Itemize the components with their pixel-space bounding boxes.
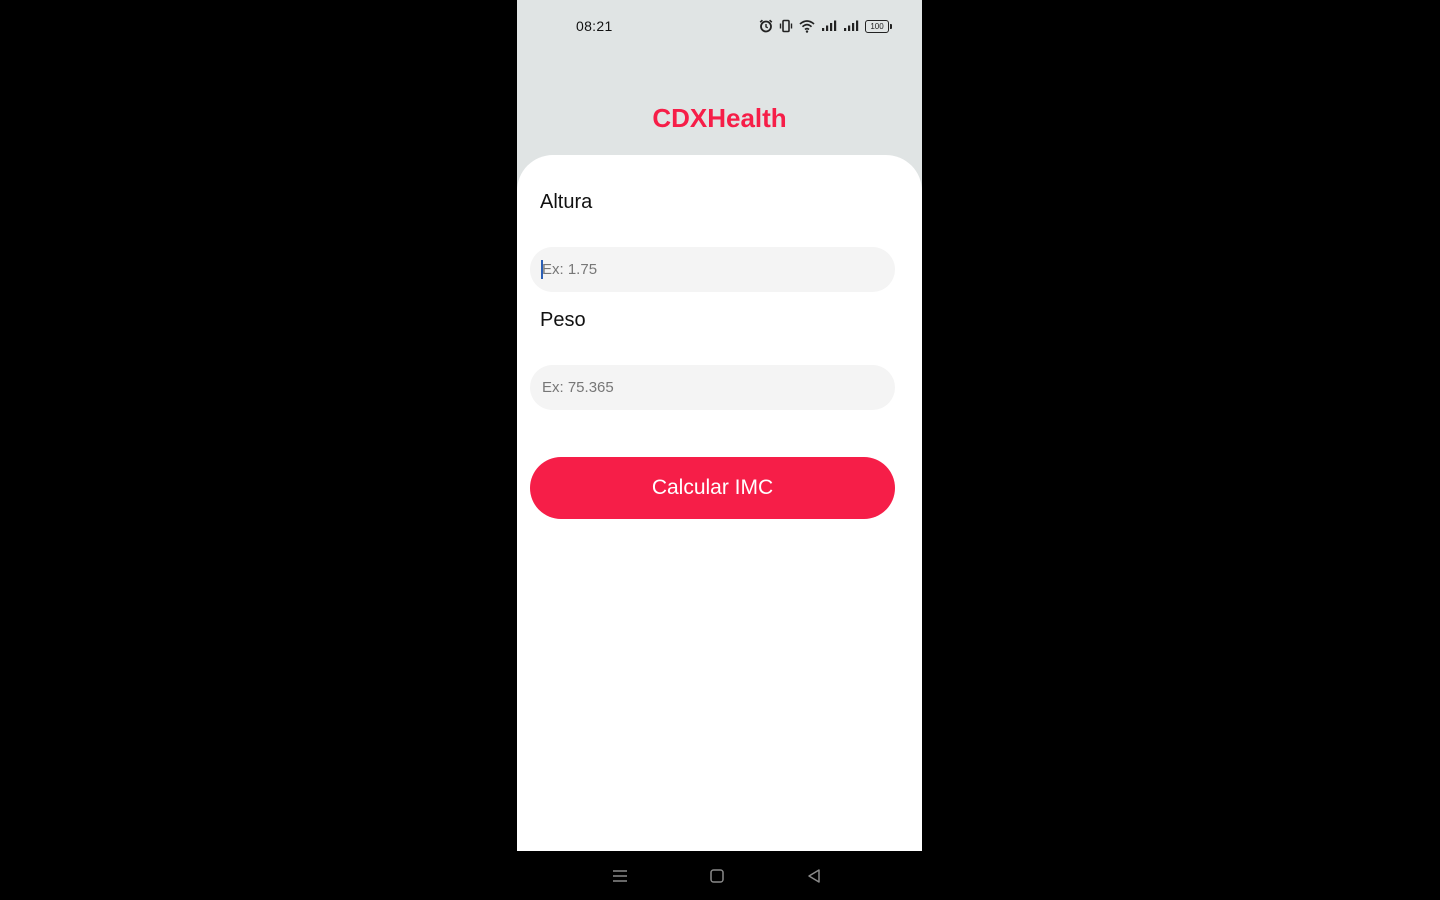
- phone-screen: 08:21 100 CDXHealth Altura Ex: 1.75 Peso…: [517, 0, 922, 851]
- status-time: 08:21: [576, 18, 613, 34]
- home-icon[interactable]: [706, 865, 728, 887]
- altura-input[interactable]: Ex: 1.75: [530, 247, 895, 292]
- status-icons: 100: [759, 18, 892, 34]
- alarm-icon: [759, 19, 773, 33]
- battery-icon: 100: [865, 19, 892, 33]
- peso-placeholder: Ex: 75.365: [542, 379, 614, 396]
- system-nav-bar: [517, 851, 922, 900]
- app-title: CDXHealth: [652, 103, 787, 133]
- signal-icon: [821, 19, 837, 33]
- altura-placeholder: Ex: 1.75: [542, 261, 598, 278]
- menu-icon[interactable]: [609, 865, 631, 887]
- altura-label: Altura: [540, 191, 593, 213]
- vibrate-icon: [779, 19, 793, 33]
- text-cursor: [541, 260, 543, 279]
- signal-icon: [843, 19, 859, 33]
- wifi-icon: [799, 19, 815, 33]
- peso-input[interactable]: Ex: 75.365: [530, 365, 895, 410]
- back-icon[interactable]: [803, 865, 825, 887]
- status-bar: 08:21 100: [517, 0, 922, 54]
- form-card: Altura Ex: 1.75 Peso Ex: 75.365 Calcular…: [517, 155, 922, 851]
- peso-label: Peso: [540, 309, 586, 331]
- calculate-imc-button[interactable]: Calcular IMC: [530, 457, 895, 519]
